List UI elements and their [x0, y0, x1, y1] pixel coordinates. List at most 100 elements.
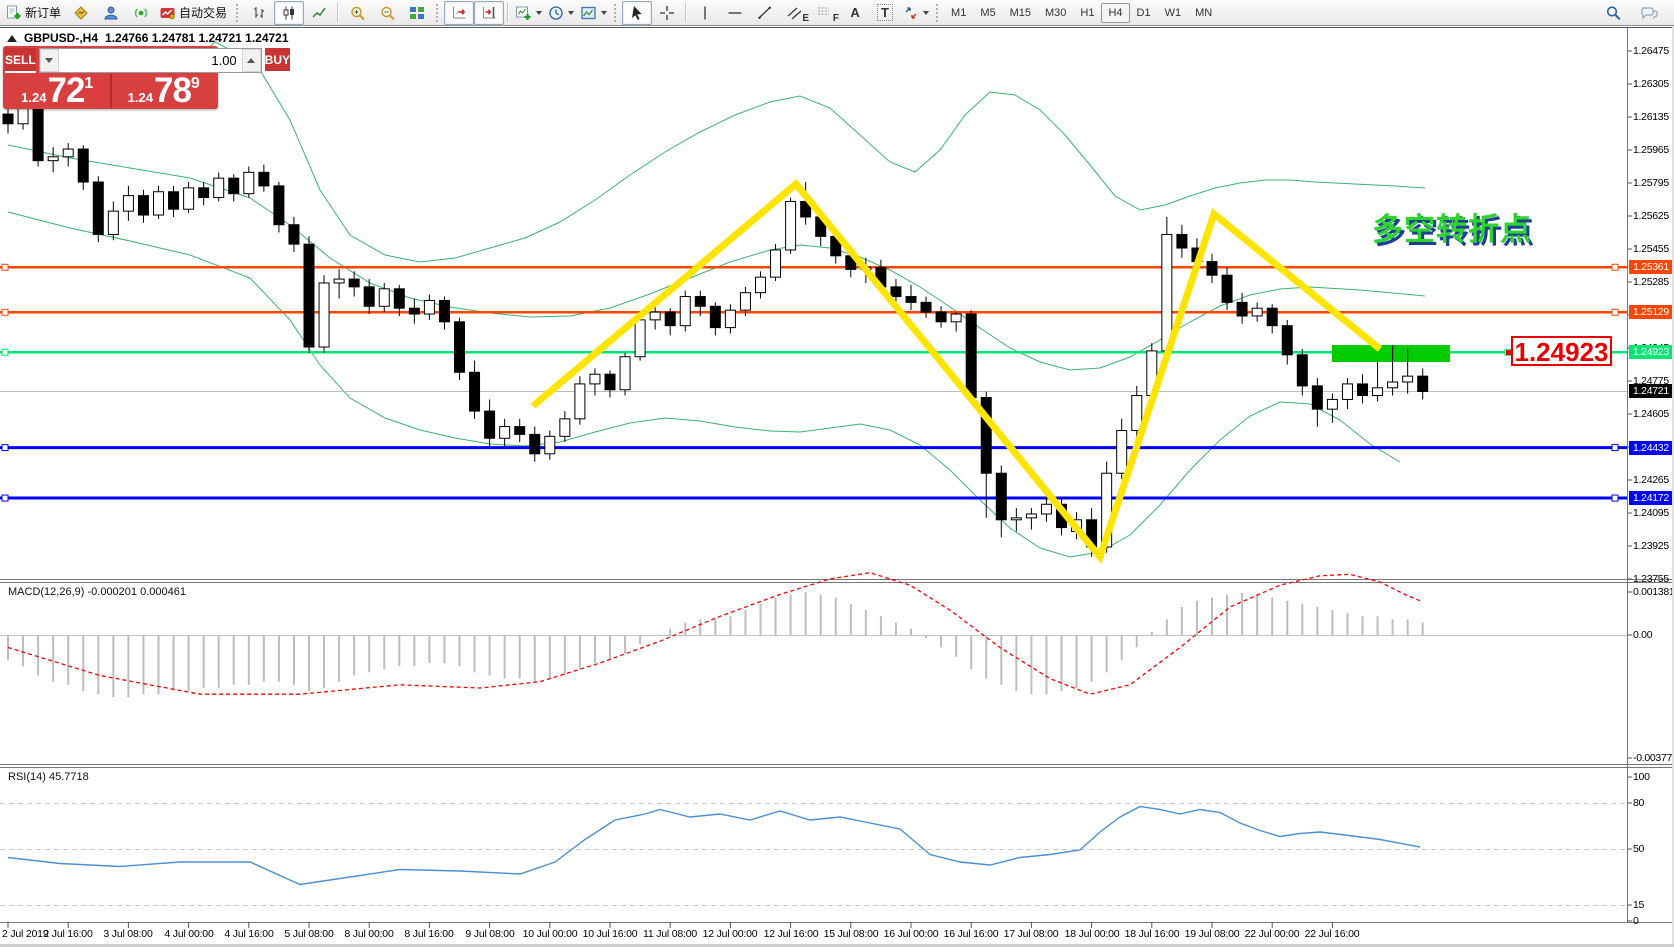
timeframe-m30-button[interactable]: M30 [1038, 3, 1073, 23]
indicators-icon [515, 5, 532, 21]
time-tick: 2 Jul 16:00 [43, 928, 92, 940]
chart-title: GBPUSD-,H4 1.24766 1.24781 1.24721 1.247… [7, 31, 289, 45]
time-tick: 5 Jul 08:00 [284, 928, 333, 940]
price-tick: 1.24265 [1633, 474, 1674, 487]
horizontal-line-objects[interactable] [0, 264, 1627, 501]
search-icon [1605, 5, 1622, 21]
cursor-icon [629, 5, 645, 21]
timeframe-d1-button[interactable]: D1 [1130, 3, 1158, 23]
equidistant-channel-tool-button[interactable]: E [780, 1, 810, 25]
price-tick: 1.24095 [1633, 507, 1674, 520]
new-order-label: 新订单 [25, 4, 63, 21]
time-tick: 18 Jul 00:00 [1065, 928, 1120, 940]
autotrading-button[interactable]: 自动交易 [156, 1, 232, 25]
new-order-button[interactable]: 新订单 [2, 1, 66, 25]
zoom-in-button[interactable] [342, 1, 372, 25]
signals-icon [133, 5, 149, 21]
hline-price-label[interactable]: 1.24432 [1629, 441, 1674, 455]
timeframe-h1-button[interactable]: H1 [1073, 3, 1101, 23]
time-tick: 22 Jul 16:00 [1305, 928, 1360, 940]
toolbar-separator [685, 3, 687, 22]
chart-shift-icon [481, 5, 498, 21]
zigzag-trendline[interactable] [533, 184, 1380, 557]
timeframe-h4-button[interactable]: H4 [1101, 3, 1129, 23]
rsi-tick: 0 [1633, 915, 1674, 928]
hline-price-label[interactable]: 1.25361 [1629, 260, 1674, 274]
sell-button[interactable]: SELL [5, 48, 36, 73]
time-tick: 8 Jul 16:00 [404, 928, 453, 940]
vertical-line-tool-button[interactable] [690, 1, 720, 25]
buy-button[interactable]: BUY [265, 48, 290, 73]
time-tick: 8 Jul 00:00 [344, 928, 393, 940]
time-tick: 12 Jul 16:00 [764, 928, 819, 940]
arrows-tool-button[interactable] [900, 1, 932, 25]
tile-windows-button[interactable] [402, 1, 432, 25]
cursor-tool-button[interactable] [622, 1, 652, 25]
rsi-line [8, 807, 1420, 885]
chart-symbol-period: GBPUSD-,H4 [24, 31, 98, 45]
crosshair-tool-button[interactable] [652, 1, 682, 25]
sell-price-pip: 1 [84, 76, 93, 92]
chat-button[interactable] [1634, 1, 1664, 25]
buy-price[interactable]: 1.24789 [112, 74, 217, 108]
time-tick: 17 Jul 08:00 [1004, 928, 1059, 940]
trendline-tool-button[interactable] [750, 1, 780, 25]
candlestick-mode-button[interactable] [274, 1, 304, 25]
time-tick: 11 Jul 08:00 [643, 928, 697, 940]
signals-button[interactable] [126, 1, 156, 25]
toolbar-grip [436, 4, 440, 22]
zoom-out-icon [379, 5, 396, 21]
price-callout-label[interactable]: 1.24923 [1511, 336, 1612, 366]
bull-bear-turning-point-annotation[interactable]: 多空转折点 [1372, 204, 1532, 249]
periods-clock-icon [548, 5, 564, 21]
price-tick: 1.25795 [1633, 177, 1674, 190]
support-zone-rectangle[interactable] [1332, 345, 1450, 362]
indicators-button[interactable] [512, 1, 545, 25]
sell-price[interactable]: 1.24721 [5, 74, 112, 108]
collapse-quotes-icon[interactable] [7, 35, 17, 42]
time-tick: 15 Jul 08:00 [824, 928, 879, 940]
search-button[interactable] [1598, 1, 1628, 25]
chart-shift-button[interactable] [474, 1, 504, 25]
fibo-glyph: F [833, 14, 839, 24]
hline-price-label[interactable]: 1.24923 [1629, 345, 1674, 359]
profiles-icon [103, 5, 119, 21]
bar-chart-mode-button[interactable] [244, 1, 274, 25]
timeframe-m1-button[interactable]: M1 [944, 3, 973, 23]
rsi-tick: 15 [1633, 899, 1674, 912]
zoom-in-icon [349, 5, 366, 21]
fibonacci-tool-button[interactable]: F [810, 1, 840, 25]
time-tick: 4 Jul 16:00 [224, 928, 273, 940]
volume-increase-button[interactable] [242, 49, 261, 72]
time-tick: 3 Jul 08:00 [103, 928, 152, 940]
volume-decrease-button[interactable] [40, 49, 59, 72]
new-chart-icon [73, 5, 89, 21]
timeframe-w1-button[interactable]: W1 [1158, 3, 1189, 23]
periods-button[interactable] [545, 1, 577, 25]
profiles-button[interactable] [96, 1, 126, 25]
timeframe-mn-button[interactable]: MN [1188, 3, 1219, 23]
hline-price-label[interactable]: 1.24172 [1629, 491, 1674, 505]
bollinger-bands [8, 42, 1425, 557]
price-tick: 1.26475 [1633, 45, 1674, 58]
dropdown-caret-icon [536, 11, 542, 15]
time-tick: 16 Jul 16:00 [944, 928, 999, 940]
auto-scroll-button[interactable] [444, 1, 474, 25]
hline-price-label[interactable]: 1.25129 [1629, 305, 1674, 319]
horizontal-line-tool-button[interactable] [720, 1, 750, 25]
vertical-line-icon [697, 5, 713, 21]
timeframe-m5-button[interactable]: M5 [973, 3, 1002, 23]
text-label-tool-button[interactable]: T [870, 1, 900, 25]
volume-input[interactable] [59, 49, 242, 72]
main-toolbar: 新订单 自动交易 [0, 0, 1674, 26]
bid-price-label: 1.24721 [1629, 384, 1674, 398]
new-chart-button[interactable] [66, 1, 96, 25]
line-chart-mode-button[interactable] [304, 1, 334, 25]
timeframe-m15-button[interactable]: M15 [1003, 3, 1038, 23]
caret-down-icon [45, 58, 53, 63]
text-tool-button[interactable]: A [840, 1, 870, 25]
time-tick: 19 Jul 08:00 [1185, 928, 1240, 940]
zoom-out-button[interactable] [372, 1, 402, 25]
chat-icon [1640, 5, 1658, 21]
templates-button[interactable] [577, 1, 610, 25]
